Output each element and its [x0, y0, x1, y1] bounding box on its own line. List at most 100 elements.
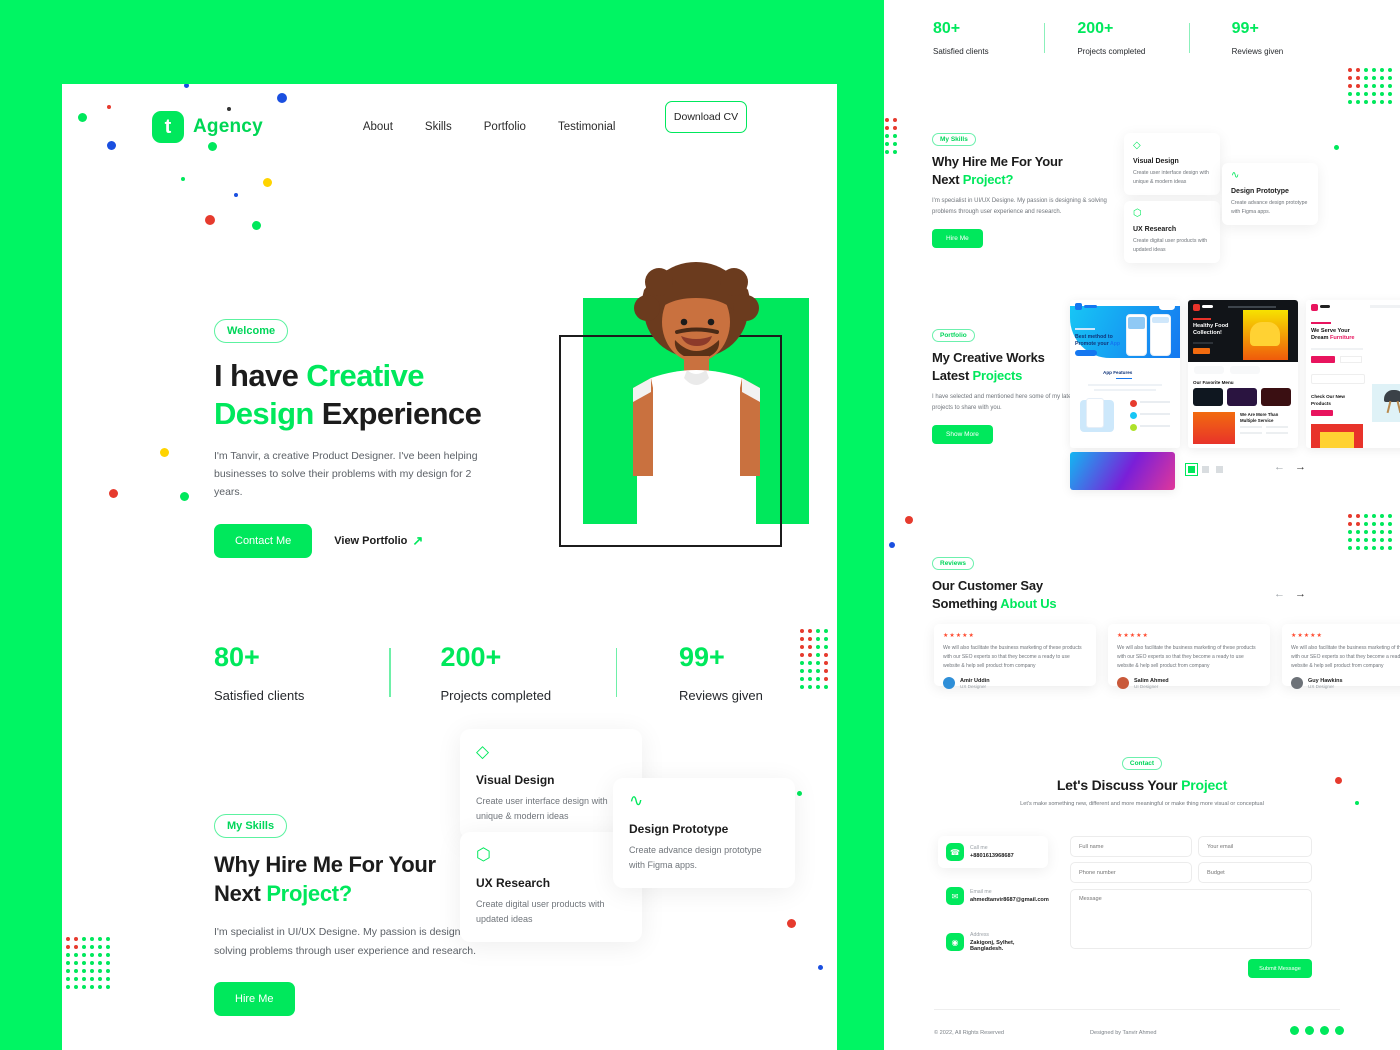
stat-label: Reviews given — [679, 688, 763, 703]
contact-info-key: Address — [970, 932, 990, 938]
skill-card-title: Visual Design — [1133, 158, 1179, 165]
hero-title-accent1: Creative — [306, 358, 424, 393]
submit-message-button[interactable]: Submit Message — [1248, 959, 1312, 978]
reviews-title: Our Customer Say Something About Us — [932, 577, 1162, 612]
phone-input[interactable] — [1070, 862, 1192, 883]
arrow-left-icon[interactable]: ← — [1274, 461, 1285, 473]
review-author-role: UX Designer — [960, 683, 987, 689]
decor-dot — [818, 965, 823, 970]
linkedin-icon[interactable] — [1335, 1026, 1344, 1035]
stat-label: Projects completed — [440, 688, 552, 703]
contact-me-button[interactable]: Contact Me — [214, 523, 313, 558]
logo[interactable]: t Agency — [152, 111, 263, 143]
decor-dot — [252, 221, 261, 230]
view-portfolio-link[interactable]: View Portfolio ↗ — [334, 533, 423, 549]
nav-link-skills[interactable]: Skills — [425, 121, 452, 133]
portfolio-dot-3[interactable] — [1216, 466, 1223, 473]
portfolio-title-accent: Projects — [972, 367, 1023, 383]
desktop-preview-panel: t Agency About Skills Portfolio Testimon… — [62, 84, 837, 1050]
hero-title-accent2: Design — [214, 395, 314, 431]
skill-card-desc: Create advance design prototype with Fig… — [629, 845, 762, 871]
portfolio-thumb-food[interactable]: Healthy Food Collection! Our Favorite Men… — [1188, 300, 1298, 448]
skills-badge: My Skills — [932, 133, 976, 146]
footer-copyright: © 2022, All Rights Reserved — [934, 1030, 1005, 1036]
footer-credit: Designed by Tanvir Ahmed — [1090, 1030, 1157, 1036]
decor-dot-grid — [1348, 68, 1392, 104]
portfolio-title-part2: Latest — [932, 367, 973, 383]
review-author-name: Guy Hawkins — [1308, 677, 1343, 684]
skills-title-part2: Next — [932, 171, 963, 187]
rating-stars: ★★★★★ — [1117, 633, 1149, 639]
review-author: Salim Ahmed UI Designer — [1117, 677, 1261, 689]
box-icon: ⬡ — [476, 845, 491, 864]
skills-title-part2: Next — [214, 880, 267, 906]
stat-number: 99+ — [1231, 20, 1259, 37]
hire-me-button[interactable]: Hire Me — [932, 228, 983, 248]
stat-projects-completed: 200+ Projects completed — [391, 642, 616, 703]
mini-stat-reviews-given: 99+ Reviews given — [1190, 20, 1343, 56]
contact-info-value: +8801613968687 — [970, 853, 1014, 859]
instagram-icon[interactable] — [1320, 1026, 1329, 1035]
skills-title: Why Hire Me For Your Next Project? — [932, 153, 1132, 188]
nav-link-about[interactable]: About — [363, 121, 393, 133]
decor-dot — [905, 516, 913, 524]
mini-stats-section: 80+ Satisfied clients 200+ Projects comp… — [933, 20, 1343, 56]
portfolio-thumb-app[interactable]: Best method to Promote your App App Featu… — [1070, 300, 1180, 448]
download-cv-button[interactable]: Download CV — [665, 101, 747, 133]
arrow-right-icon[interactable]: → — [1295, 461, 1306, 473]
phone-icon: ☎ — [946, 843, 964, 861]
rating-stars: ★★★★★ — [943, 633, 975, 639]
pulse-icon: ∿ — [629, 791, 644, 810]
contact-title-part1: Let's Discuss Your — [1056, 777, 1182, 793]
review-body: We will also facilitate the business mar… — [943, 645, 1082, 669]
skills-title-accent: Project? — [962, 171, 1014, 187]
nav-link-portfolio[interactable]: Portfolio — [484, 121, 526, 133]
rating-stars: ★★★★★ — [1291, 633, 1323, 639]
reviews-title-accent: About Us — [1000, 595, 1057, 611]
review-body: We will also facilitate the business mar… — [1117, 645, 1256, 669]
decor-dot — [234, 193, 238, 197]
contact-info-call: ☎ Call me +8801613968687 — [938, 836, 1048, 868]
decor-dot-grid — [62, 937, 110, 989]
skill-card-title: Design Prototype — [629, 822, 729, 836]
twitter-icon[interactable] — [1305, 1026, 1314, 1035]
message-textarea[interactable] — [1070, 889, 1312, 949]
contact-subtitle: Let's make something new, different and … — [1020, 801, 1264, 807]
contact-info-value: ahmedtanvir8687@gmail.com — [970, 897, 1049, 903]
skill-card-title: Visual Design — [476, 773, 555, 787]
stat-label: Satisfied clients — [933, 47, 989, 56]
reviews-title-part1: Our Customer Say — [932, 578, 1043, 593]
reviews-prev-arrow-icon[interactable]: ← — [1274, 588, 1285, 600]
portfolio-pagination-dots[interactable] — [1185, 463, 1223, 476]
logo-text: Agency — [193, 116, 263, 137]
nav-link-testimonial[interactable]: Testimonial — [558, 121, 616, 133]
nav-links: About Skills Portfolio Testimonial — [363, 121, 616, 133]
portfolio-dot-1[interactable] — [1185, 463, 1198, 476]
hire-me-button[interactable]: Hire Me — [214, 981, 295, 1016]
stats-section: 80+ Satisfied clients 200+ Projects comp… — [214, 642, 837, 703]
facebook-icon[interactable] — [1290, 1026, 1299, 1035]
contact-info-value: Zakigonj, Sylhet, Bangladesh. — [970, 940, 1015, 952]
portfolio-title-part1: My Creative Works — [932, 350, 1045, 365]
portfolio-dot-2[interactable] — [1202, 466, 1209, 473]
full-name-input[interactable] — [1070, 836, 1192, 857]
budget-input[interactable] — [1198, 862, 1312, 883]
decor-dot-grid — [1348, 514, 1392, 550]
skills-title-part1: Why Hire Me For Your — [214, 852, 436, 877]
mini-stat-satisfied-clients: 80+ Satisfied clients — [933, 20, 1044, 56]
email-input[interactable] — [1198, 836, 1312, 857]
portfolio-thumb-gradient[interactable] — [1070, 452, 1175, 490]
review-author-role: UX Designer — [1308, 683, 1335, 689]
skill-card-design-prototype: ∿ Design Prototype Create advance design… — [613, 778, 795, 888]
review-card: ★★★★★ We will also facilitate the busine… — [934, 624, 1096, 689]
review-card: ★★★★★ We will also facilitate the busine… — [1282, 624, 1400, 689]
show-more-button[interactable]: Show More — [932, 424, 993, 444]
mini-contact-section: Contact Let's Discuss Your Project Let's… — [884, 752, 1400, 810]
portfolio-thumb-furniture[interactable]: We Serve Your Dream Furniture Check Our N… — [1306, 300, 1400, 448]
avatar — [1291, 677, 1303, 689]
pulse-icon: ∿ — [1231, 170, 1240, 181]
stat-reviews-given: 99+ Reviews given — [617, 642, 837, 703]
reviews-next-arrow-icon[interactable]: → — [1295, 588, 1306, 600]
stat-number: 99+ — [679, 642, 725, 672]
hero-paragraph: I'm Tanvir, a creative Product Designer.… — [214, 449, 478, 499]
